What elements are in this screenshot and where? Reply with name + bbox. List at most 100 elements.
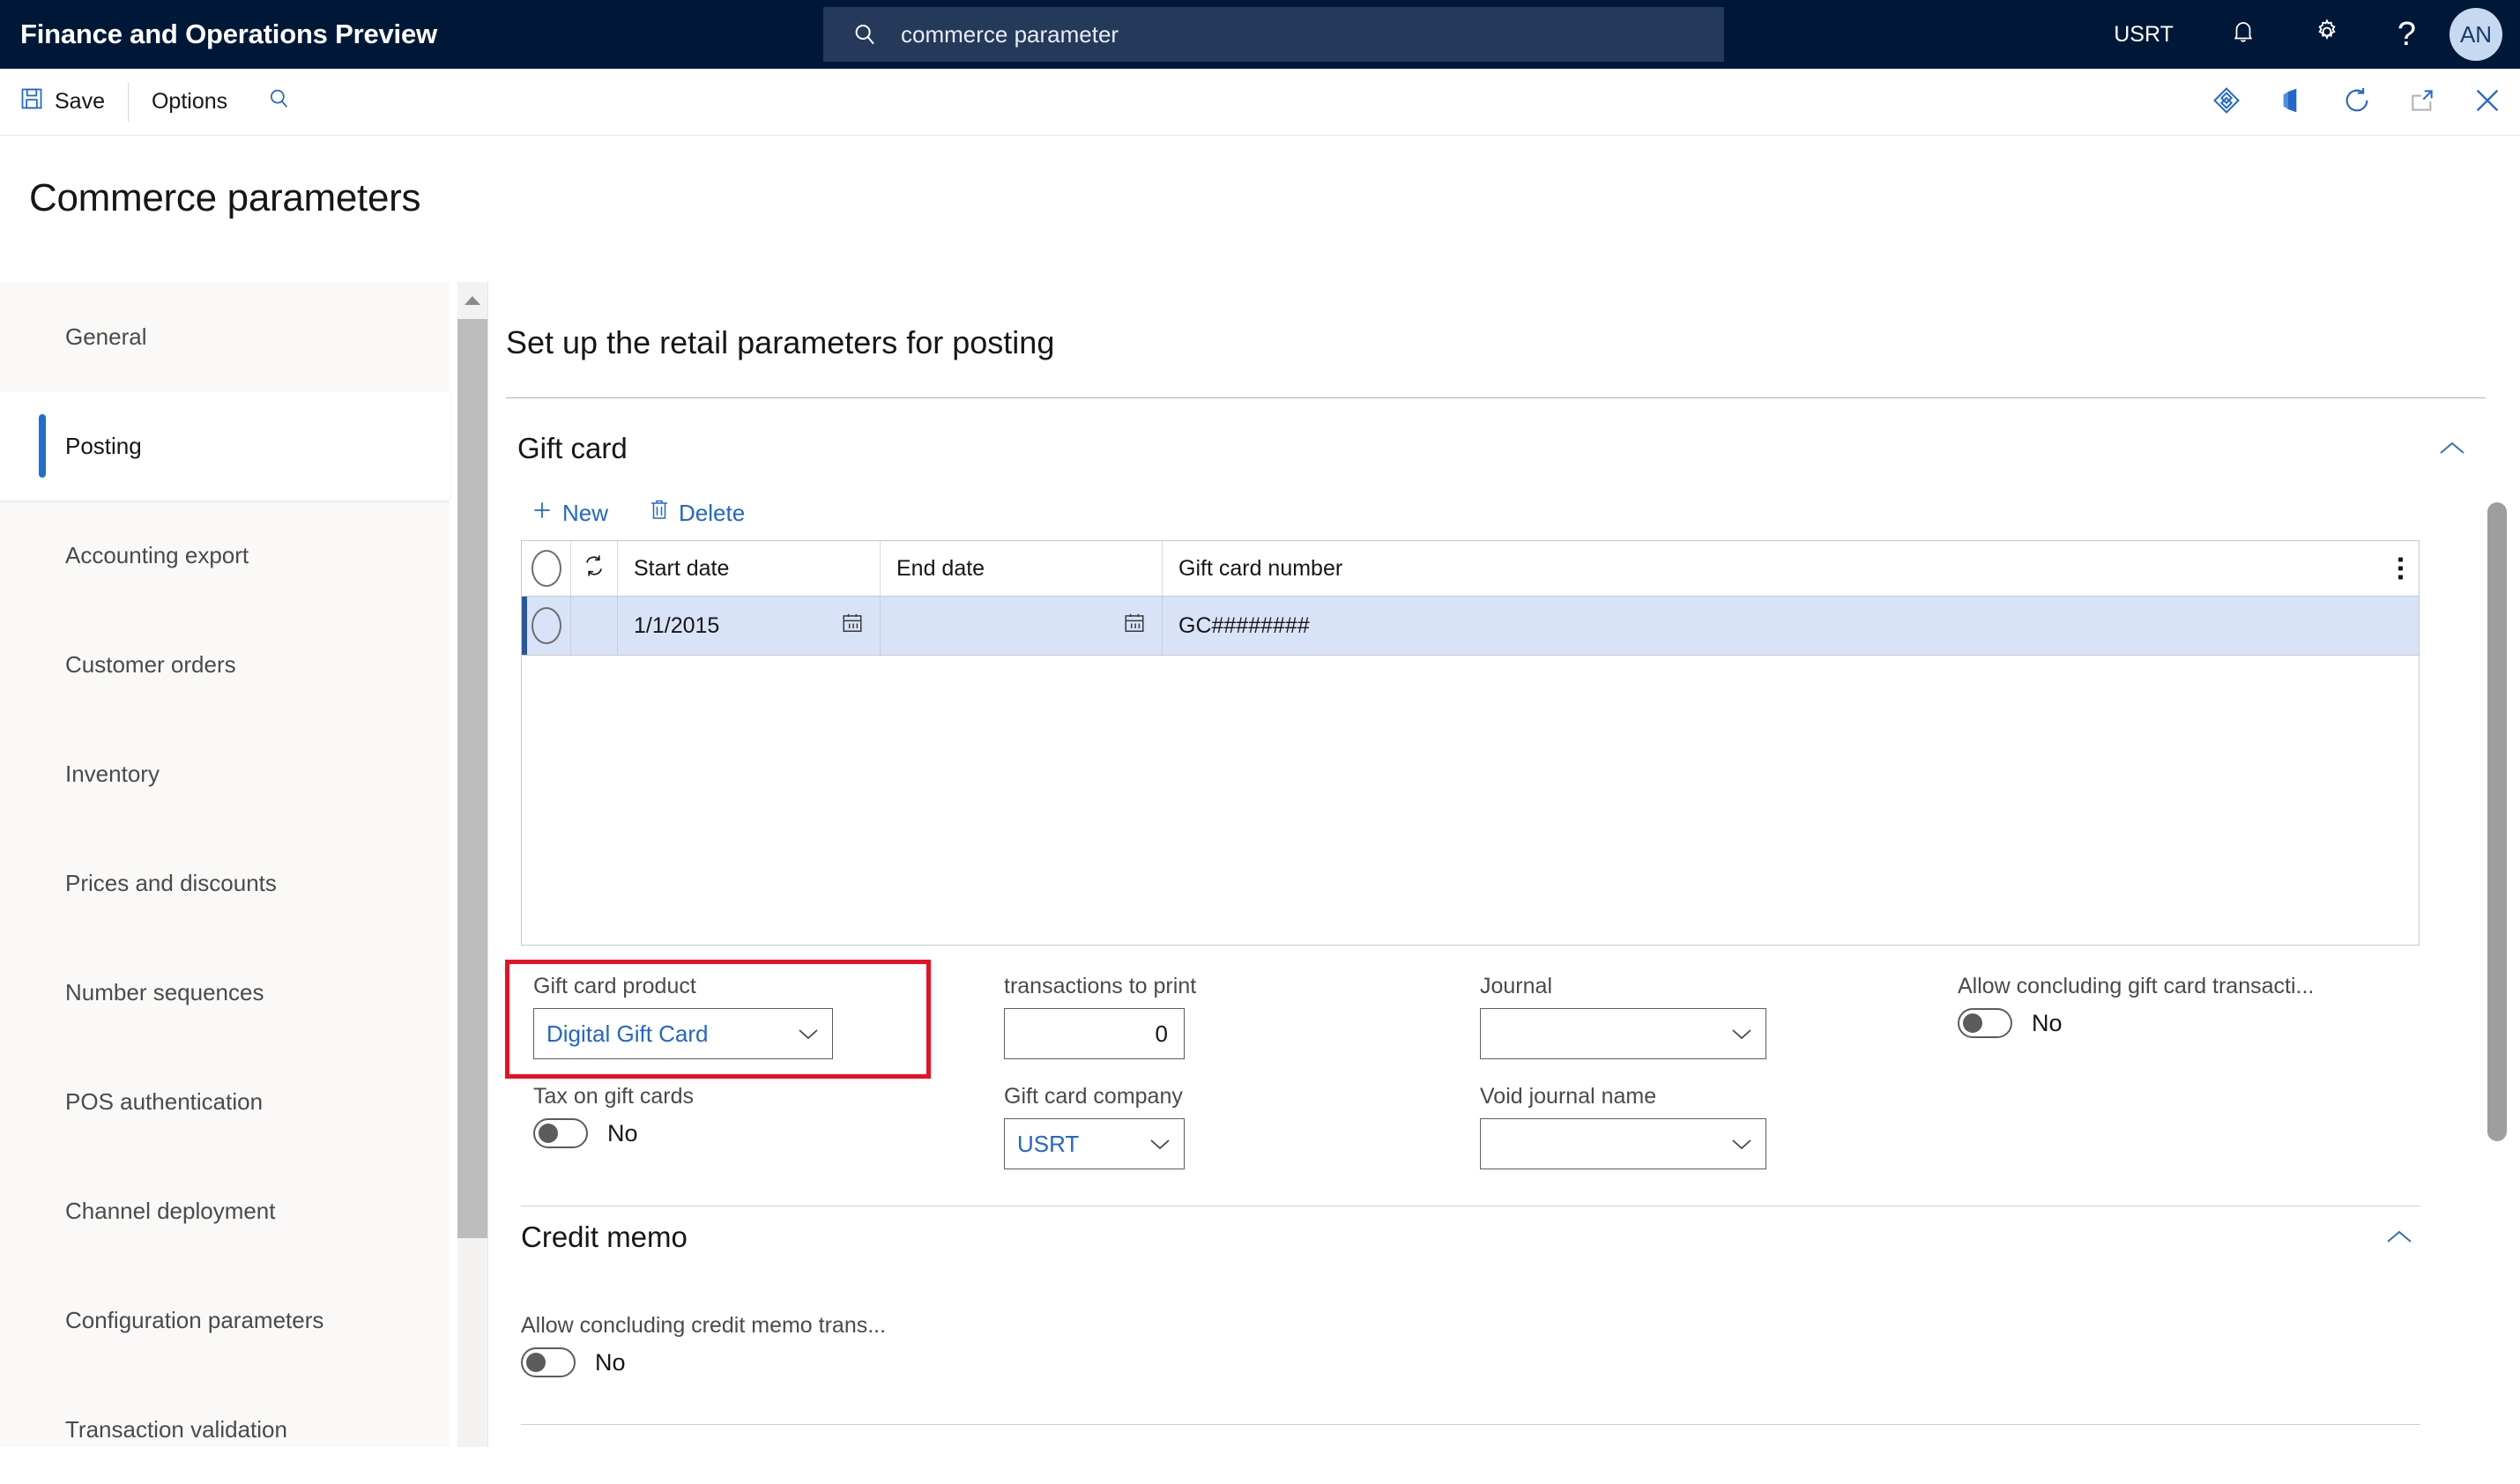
toggle-track[interactable]	[533, 1118, 588, 1148]
allow-concluding-credit-memo-toggle[interactable]: No	[521, 1347, 886, 1377]
column-header-end-date[interactable]: End date	[881, 541, 1163, 596]
fasttab-gift-card-title: Gift card	[517, 432, 628, 464]
toggle-knob	[1963, 1013, 1982, 1033]
global-search-box[interactable]: commerce parameter	[823, 7, 1724, 62]
allow-concluding-credit-memo-label: Allow concluding credit memo trans...	[521, 1313, 887, 1338]
sidebar-item-label: Prices and discounts	[65, 869, 277, 896]
sidebar-item-configuration-parameters[interactable]: Configuration parameters	[0, 1265, 450, 1375]
sidebar-item-customer-orders[interactable]: Customer orders	[0, 610, 450, 719]
sidebar-item-label: Configuration parameters	[65, 1306, 324, 1333]
row-select-cell[interactable]	[522, 597, 571, 655]
select-all-cell[interactable]	[522, 541, 571, 596]
sidebar-item-number-sequences[interactable]: Number sequences	[0, 938, 450, 1047]
gift-card-product-label: Gift card product	[533, 974, 696, 998]
power-bi-button[interactable]	[2194, 69, 2259, 136]
toggle-track[interactable]	[1958, 1008, 2012, 1038]
toggle-track[interactable]	[521, 1347, 576, 1377]
fasttab-gift-card-header[interactable]: Gift card	[506, 414, 2486, 483]
cell-gift-card-number[interactable]: GC########	[1163, 597, 2419, 655]
void-journal-name-input[interactable]	[1480, 1118, 1766, 1169]
table-row[interactable]: 1/1/2015 GC########	[522, 597, 2419, 656]
open-in-new-window-icon	[2408, 86, 2436, 119]
calendar-icon[interactable]	[1123, 612, 1146, 641]
office-apps-button[interactable]	[2259, 69, 2324, 136]
sidebar-item-accounting-export[interactable]: Accounting export	[0, 501, 450, 610]
scrollbar-thumb[interactable]	[457, 319, 487, 1238]
field-void-journal-name: Void journal name	[1480, 1084, 1850, 1169]
radio-circle-icon[interactable]	[531, 607, 561, 644]
office-icon	[2278, 86, 2306, 119]
close-button[interactable]	[2455, 69, 2520, 136]
grid-command-bar: New Delete	[524, 493, 752, 533]
allow-concluding-credit-memo-value: No	[595, 1348, 626, 1376]
triangle-up-icon[interactable]	[457, 282, 487, 319]
column-header-gift-card-number[interactable]: Gift card number	[1163, 541, 2419, 596]
content-scrollbar[interactable]	[2487, 502, 2507, 1172]
radio-circle-icon[interactable]	[531, 550, 561, 587]
journal-input[interactable]	[1480, 1008, 1766, 1059]
column-header-start-date[interactable]: Start date	[618, 541, 881, 596]
open-in-new-window-button[interactable]	[2390, 69, 2455, 136]
gift-card-company-label: Gift card company	[1004, 1084, 1183, 1109]
tax-on-gift-cards-toggle[interactable]: No	[533, 1118, 868, 1148]
sidebar-item-label: Customer orders	[65, 650, 236, 678]
search-input-value[interactable]: commerce parameter	[901, 21, 1119, 48]
toggle-knob	[539, 1124, 558, 1143]
field-gift-card-product: Gift card product Digital Gift Card	[533, 974, 868, 1059]
refresh-button[interactable]	[2324, 69, 2390, 136]
field-journal: Journal	[1480, 974, 1850, 1059]
company-indicator[interactable]: USRT	[2085, 0, 2202, 69]
content-heading: Set up the retail parameters for posting	[506, 324, 1055, 360]
fasttab-credit-memo-header[interactable]: Credit memo	[521, 1221, 2420, 1254]
notifications-button[interactable]	[2202, 0, 2285, 69]
section-divider	[521, 1424, 2420, 1425]
gift-card-product-value: Digital Gift Card	[546, 1020, 709, 1047]
new-button[interactable]: New	[524, 493, 615, 533]
chevron-up-icon[interactable]	[2438, 441, 2486, 456]
sidebar-item-label: General	[65, 323, 147, 350]
save-disk-icon	[19, 86, 44, 117]
cell-start-date[interactable]: 1/1/2015	[618, 597, 881, 655]
gift-card-grid: Start date End date Gift card number 1/1…	[521, 540, 2420, 946]
avatar[interactable]: AN	[2449, 8, 2502, 61]
toolbar-search-button[interactable]	[247, 69, 310, 136]
void-journal-name-label: Void journal name	[1480, 1084, 1657, 1109]
settings-button[interactable]	[2285, 0, 2369, 69]
calendar-icon[interactable]	[841, 612, 864, 641]
magnifier-icon	[266, 86, 291, 117]
journal-label: Journal	[1480, 974, 1552, 998]
field-tax-on-gift-cards: Tax on gift cards No	[533, 1084, 868, 1148]
sidebar-item-pos-authentication[interactable]: POS authentication	[0, 1047, 450, 1156]
power-bi-icon	[2212, 85, 2241, 120]
chevron-up-icon[interactable]	[2385, 1229, 2420, 1245]
more-vertical-icon[interactable]	[2398, 557, 2403, 580]
save-button[interactable]: Save	[0, 69, 124, 136]
sidebar-item-posting[interactable]: Posting	[0, 391, 450, 501]
sidebar-item-label: Number sequences	[65, 978, 264, 1005]
chevron-down-icon[interactable]	[1148, 1137, 1171, 1151]
sidebar-item-prices-and-discounts[interactable]: Prices and discounts	[0, 828, 450, 938]
chevron-down-icon[interactable]	[797, 1027, 820, 1041]
field-gift-card-company: Gift card company USRT	[1004, 1084, 1339, 1169]
toolbar-divider	[127, 82, 129, 122]
options-button[interactable]: Options	[132, 69, 247, 136]
sidebar-item-transaction-validation[interactable]: Transaction validation	[0, 1375, 450, 1484]
sidebar-item-inventory[interactable]: Inventory	[0, 719, 450, 828]
cell-end-date[interactable]	[881, 597, 1163, 655]
chevron-down-icon[interactable]	[1730, 1137, 1753, 1151]
sidebar-item-label: Accounting export	[65, 541, 249, 568]
options-label: Options	[151, 89, 228, 114]
sidebar-item-channel-deployment[interactable]: Channel deployment	[0, 1156, 450, 1265]
scrollbar-thumb[interactable]	[2487, 502, 2507, 1141]
gift-card-company-value: USRT	[1017, 1130, 1080, 1157]
chevron-down-icon[interactable]	[1730, 1027, 1753, 1041]
toggle-knob	[526, 1353, 546, 1372]
help-button[interactable]: ?	[2369, 0, 2444, 69]
gift-card-product-input[interactable]: Digital Gift Card	[533, 1008, 833, 1059]
gift-card-company-input[interactable]: USRT	[1004, 1118, 1185, 1169]
delete-button[interactable]: Delete	[642, 493, 752, 533]
sidebar-item-general[interactable]: General	[0, 282, 450, 391]
section-navigation-scrollbar[interactable]	[457, 282, 487, 1447]
allow-concluding-gift-card-toggle[interactable]: No	[1958, 1008, 2451, 1038]
transactions-to-print-input[interactable]: 0	[1004, 1008, 1185, 1059]
